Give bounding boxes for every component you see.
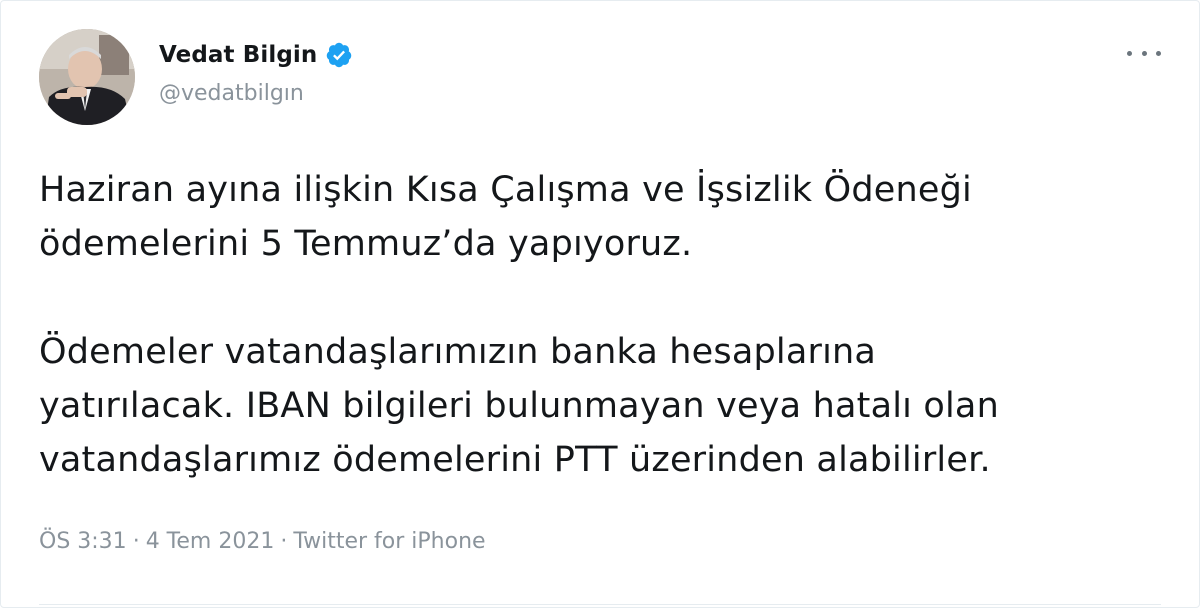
tweet-paragraph: Haziran ayına ilişkin Kısa Çalışma ve İş… (39, 163, 1159, 271)
verified-badge-icon (325, 41, 353, 69)
dot (1127, 50, 1132, 56)
user-handle[interactable]: @vedatbilgın (159, 81, 353, 106)
user-info: Vedat Bilgin @vedatbilgın (159, 37, 353, 106)
tweet-line: yatırılacak. IBAN bilgileri bulunmayan v… (39, 386, 999, 426)
tweet-text: Haziran ayına ilişkin Kısa Çalışma ve İş… (39, 163, 1159, 487)
tweet-meta: ÖS 3:31 · 4 Tem 2021 · Twitter for iPhone (39, 529, 486, 554)
more-horizontal-icon[interactable] (1127, 41, 1161, 65)
dot (1141, 50, 1147, 56)
meta-separator: · (280, 529, 288, 554)
tweet-line: Ödemeler vatandaşlarımızın banka hesapla… (39, 332, 877, 372)
avatar-photo (39, 29, 135, 125)
name-row: Vedat Bilgin (159, 37, 353, 73)
meta-separator: · (132, 529, 140, 554)
tweet-timestamp[interactable]: ÖS 3:31 (39, 529, 127, 554)
avatar[interactable] (39, 29, 135, 125)
divider (39, 604, 1161, 605)
display-name[interactable]: Vedat Bilgin (159, 42, 317, 68)
tweet-card: Vedat Bilgin @vedatbilgın Haziran ayına … (0, 0, 1200, 608)
tweet-line: vatandaşlarımız ödemelerini PTT üzerinde… (39, 440, 991, 480)
tweet-paragraph: Ödemeler vatandaşlarımızın banka hesapla… (39, 325, 1159, 487)
tweet-source[interactable]: Twitter for iPhone (293, 529, 485, 554)
tweet-date[interactable]: 4 Tem 2021 (146, 529, 275, 554)
tweet-line: ödemelerini 5 Temmuz’da yapıyoruz. (39, 224, 693, 264)
tweet-line: Haziran ayına ilişkin Kısa Çalışma ve İş… (39, 170, 972, 210)
dot (1156, 50, 1161, 56)
